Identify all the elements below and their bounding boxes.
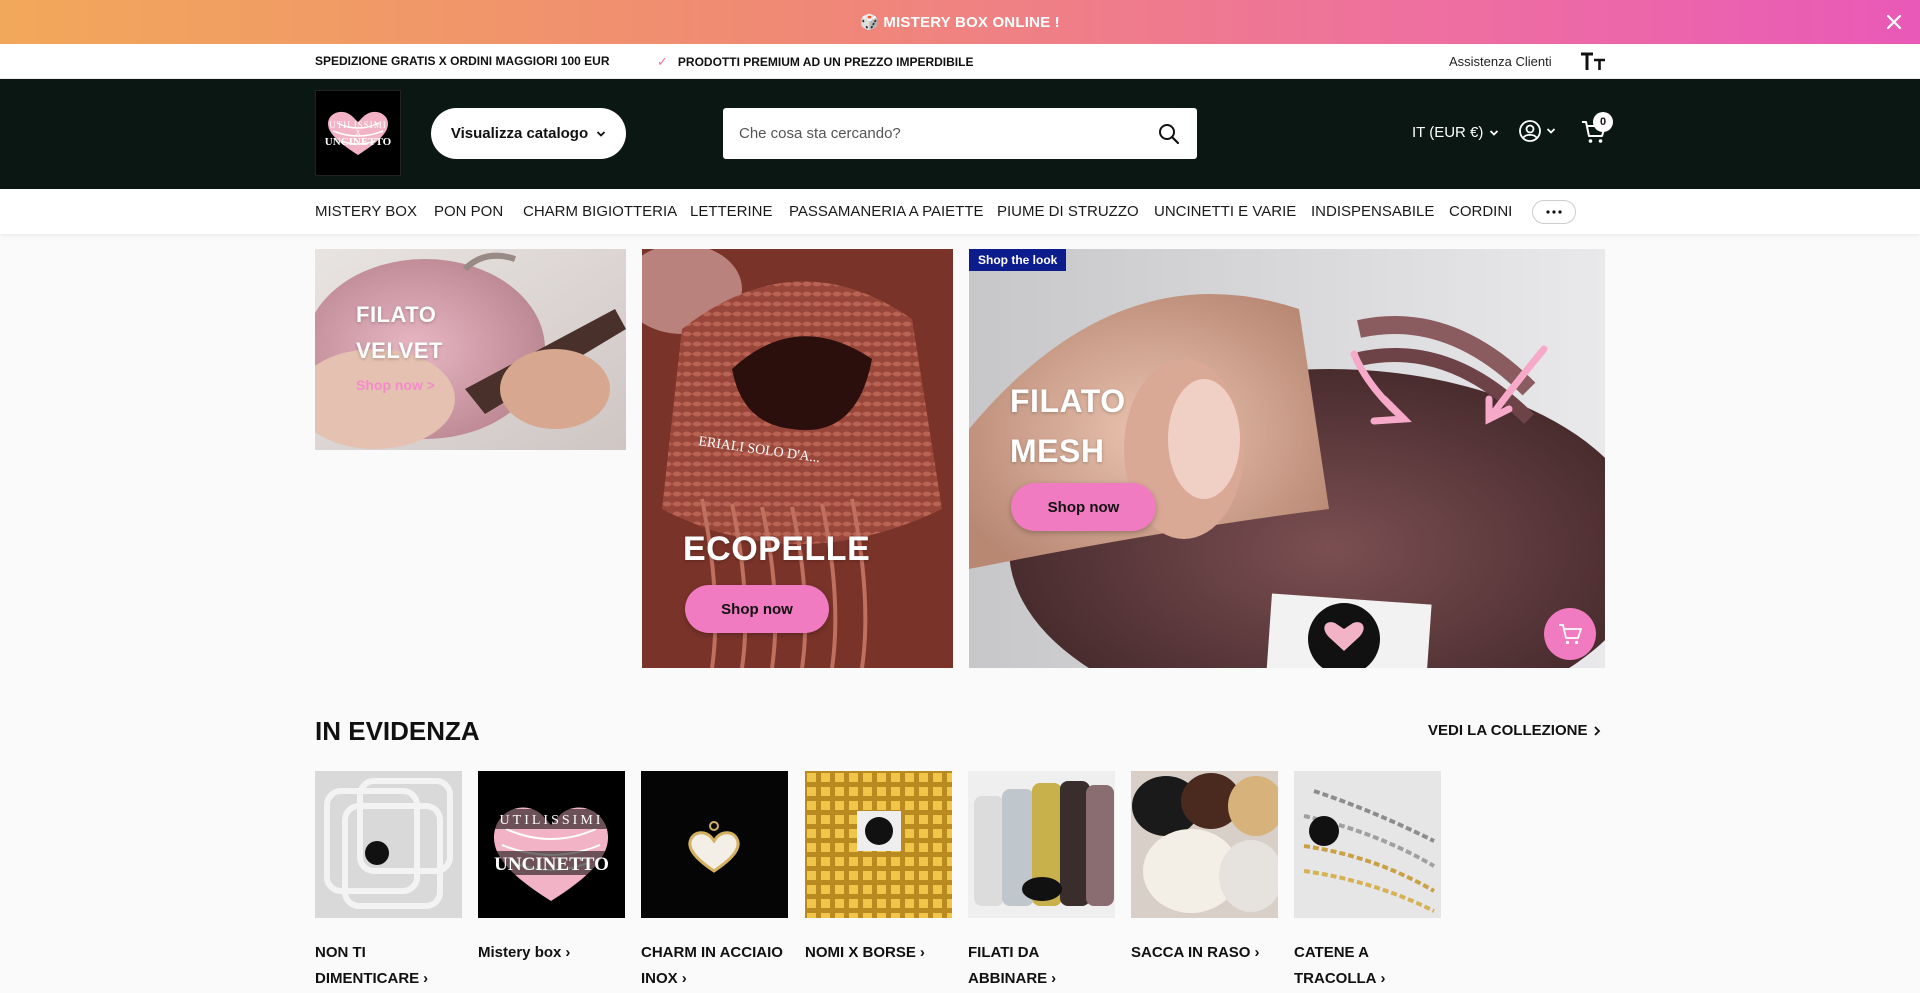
product-name-line-1: CATENE A: [1294, 944, 1369, 961]
product-image: [968, 771, 1115, 918]
search-input[interactable]: [739, 108, 1139, 159]
mesh-shop-button[interactable]: Shop now: [1011, 483, 1156, 531]
product-name-line-2: TRACOLLA: [1294, 970, 1377, 987]
search-icon[interactable]: [1157, 122, 1181, 146]
chevron-right-icon: ›: [1254, 944, 1260, 961]
nav-item-uncinetti[interactable]: UNCINETTI E VARIE: [1154, 203, 1296, 220]
product-name-line-1: NOMI X BORSE: [805, 944, 916, 961]
nav-item-mistery-box[interactable]: MISTERY BOX: [315, 203, 417, 220]
cart-count-badge: 0: [1593, 112, 1613, 132]
nav-item-piume-di-struzzo[interactable]: PIUME DI STRUZZO: [997, 203, 1139, 220]
chevron-right-icon: ›: [565, 944, 571, 961]
mistery-box-image-text-top: UTILISSIMI: [500, 813, 604, 828]
announcement-bar: 🎲 MISTERY BOX ONLINE !: [0, 0, 1920, 44]
text-size-icon[interactable]: [1580, 51, 1606, 73]
nav-item-indispensabile[interactable]: INDISPENSABILE: [1311, 203, 1434, 220]
site-header: UTILISSIMI X UNCINETTO Visualizza catalo…: [0, 79, 1920, 189]
view-catalog-label: Visualizza catalogo: [450, 125, 589, 142]
product-image: [315, 771, 462, 918]
product-card-charm-acciaio[interactable]: CHARM IN ACCIAIO INOX ›: [641, 771, 788, 992]
main-nav: MISTERY BOX PON PON CHARM BIGIOTTERIA LE…: [0, 189, 1920, 234]
product-image: [1131, 771, 1278, 918]
ecopelle-shop-button[interactable]: Shop now: [685, 585, 829, 633]
shop-the-look-tag[interactable]: Shop the look: [969, 249, 1067, 271]
announcement-text[interactable]: 🎲 MISTERY BOX ONLINE !: [860, 13, 1060, 31]
usp-premium: ✓ PRODOTTI PREMIUM AD UN PREZZO IMPERDIB…: [657, 54, 973, 70]
chevron-down-icon: [597, 130, 606, 137]
product-card-nomi-borse[interactable]: NOMI X BORSE ›: [805, 771, 952, 966]
product-name: NOMI X BORSE ›: [805, 940, 952, 966]
view-catalog-button[interactable]: Visualizza catalogo: [431, 108, 626, 159]
chevron-right-icon: ›: [681, 970, 687, 987]
quick-cart-icon[interactable]: [1544, 608, 1596, 660]
chevron-right-icon: ›: [1051, 970, 1057, 987]
logo[interactable]: UTILISSIMI X UNCINETTO: [315, 90, 401, 176]
product-name: FILATI DA ABBINARE ›: [968, 940, 1115, 992]
product-name-line-1: NON TI: [315, 944, 366, 961]
product-card-mistery-box[interactable]: UTILISSIMI UNCINETTO Mistery box ›: [478, 771, 625, 966]
check-icon: ✓: [657, 54, 668, 69]
product-name: SACCA IN RASO ›: [1131, 940, 1278, 966]
locale-label: IT (EUR €): [1412, 124, 1484, 141]
mistery-box-image-text-bottom: UNCINETTO: [494, 854, 609, 875]
velvet-title-line-2: VELVET: [356, 338, 443, 363]
velvet-shop-link[interactable]: Shop now >: [356, 377, 435, 393]
view-collection-link[interactable]: VEDI LA COLLEZIONE: [1428, 722, 1601, 739]
product-name-line-1: SACCA IN RASO: [1131, 944, 1251, 961]
product-name: CATENE A TRACOLLA ›: [1294, 940, 1441, 992]
product-name: CHARM IN ACCIAIO INOX ›: [641, 940, 788, 992]
chevron-right-icon: ›: [919, 944, 925, 961]
chevron-right-icon: [1594, 725, 1601, 736]
product-name-line-2: INOX: [641, 970, 678, 987]
product-card-sacca-raso[interactable]: SACCA IN RASO ›: [1131, 771, 1278, 966]
nav-item-letterine[interactable]: LETTERINE: [690, 203, 773, 220]
velvet-title-line-1: FILATO: [356, 302, 437, 327]
account-menu[interactable]: [1518, 119, 1556, 143]
chevron-down-icon: [1546, 128, 1556, 134]
close-icon[interactable]: [1882, 10, 1906, 34]
product-card-filati[interactable]: FILATI DA ABBINARE ›: [968, 771, 1115, 992]
hero-tile-mesh[interactable]: Shop the look FILATO MESH Shop now: [969, 249, 1605, 668]
product-name-line-2: ABBINARE: [968, 970, 1048, 987]
mesh-title-line-1: FILATO: [1010, 383, 1126, 419]
mesh-title: FILATO MESH: [1010, 376, 1126, 476]
product-image: [805, 771, 952, 918]
product-name: Mistery box ›: [478, 940, 625, 966]
mesh-title-line-2: MESH: [1010, 433, 1105, 469]
user-icon: [1519, 120, 1541, 142]
usp-free-shipping: SPEDIZIONE GRATIS X ORDINI MAGGIORI 100 …: [315, 54, 610, 68]
featured-title: IN EVIDENZA: [315, 716, 480, 746]
product-name: NON TI DIMENTICARE ›: [315, 940, 462, 992]
nav-item-passamaneria[interactable]: PASSAMANERIA A PAIETTE: [789, 203, 984, 220]
view-collection-label: VEDI LA COLLEZIONE: [1428, 722, 1588, 739]
customer-service-link[interactable]: Assistenza Clienti: [1449, 54, 1552, 69]
product-card-catene-tracolla[interactable]: CATENE A TRACOLLA ›: [1294, 771, 1441, 992]
product-name-line-1: Mistery box: [478, 944, 562, 961]
chevron-right-icon: ›: [423, 970, 429, 987]
usp-premium-text: PRODOTTI PREMIUM AD UN PREZZO IMPERDIBIL…: [677, 55, 974, 69]
nav-item-cordini[interactable]: CORDINI: [1449, 203, 1512, 220]
hero-tile-ecopelle[interactable]: ERIALI SOLO D'A... ECOPELLE Shop now: [642, 249, 953, 668]
product-name-line-1: CHARM IN ACCIAIO: [641, 944, 783, 961]
nav-item-pon-pon[interactable]: PON PON: [434, 203, 503, 220]
locale-selector[interactable]: IT (EUR €): [1412, 124, 1499, 141]
app-root: 🎲 MISTERY BOX ONLINE ! SPEDIZIONE GRATIS…: [0, 0, 1920, 993]
logo-text-bottom: UNCINETTO: [324, 136, 392, 148]
velvet-title: FILATO VELVET: [356, 297, 443, 369]
product-name-line-1: FILATI DA: [968, 944, 1040, 961]
product-image: UTILISSIMI UNCINETTO: [478, 771, 625, 918]
search-bar: [723, 108, 1197, 159]
product-card-non-ti-dimenticare[interactable]: NON TI DIMENTICARE ›: [315, 771, 462, 992]
product-image: [641, 771, 788, 918]
chevron-down-icon: [1490, 129, 1499, 136]
nav-item-charm-bigiotteria[interactable]: CHARM BIGIOTTERIA: [523, 203, 677, 220]
ecopelle-title: ECOPELLE: [683, 530, 871, 568]
utility-bar: SPEDIZIONE GRATIS X ORDINI MAGGIORI 100 …: [0, 44, 1920, 79]
chevron-right-icon: ›: [1380, 970, 1386, 987]
hero-tile-velvet[interactable]: FILATO VELVET Shop now >: [315, 249, 626, 450]
product-image: [1294, 771, 1441, 918]
product-name-line-2: DIMENTICARE: [315, 970, 420, 987]
usp-free-shipping-text: SPEDIZIONE GRATIS X ORDINI MAGGIORI 100 …: [315, 54, 610, 68]
more-dots-icon[interactable]: [1532, 200, 1576, 224]
